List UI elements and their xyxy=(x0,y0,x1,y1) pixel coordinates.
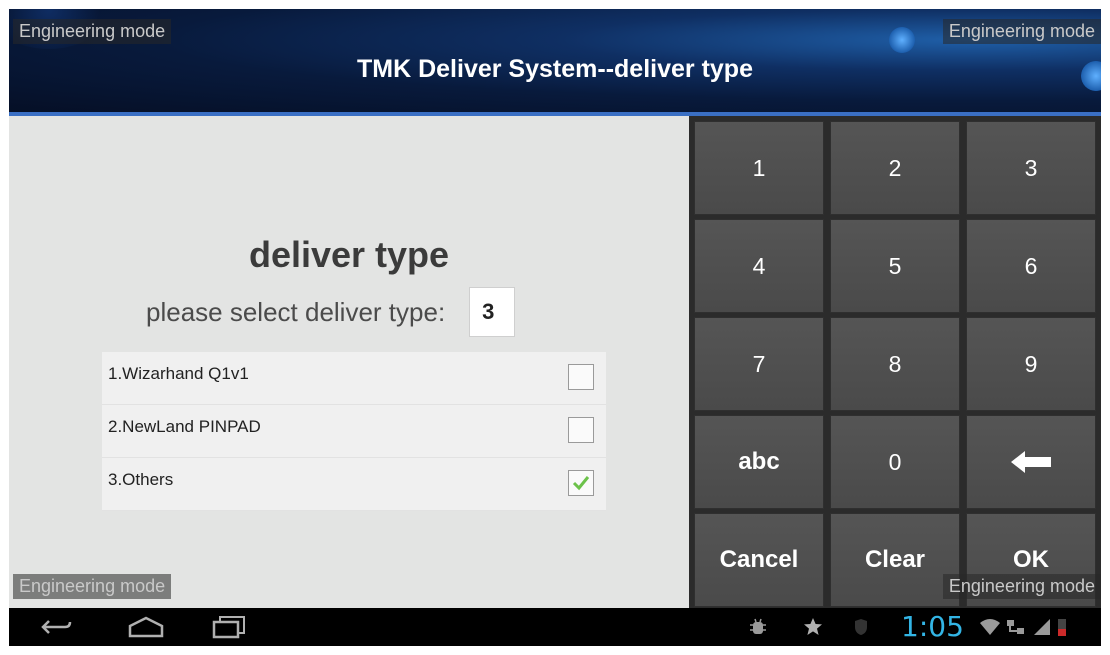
option-wizarhand[interactable]: 1.Wizarhand Q1v1 xyxy=(102,352,606,405)
option-label: 3.Others xyxy=(108,470,174,489)
option-others[interactable]: 3.Others xyxy=(102,458,606,511)
numeric-keypad: 1 2 3 4 5 6 7 8 9 abc 0 Cancel Clear OK … xyxy=(689,116,1101,608)
signal-icon xyxy=(1031,608,1053,646)
key-0[interactable]: 0 xyxy=(830,415,960,509)
engineering-mode-watermark: Engineering mode xyxy=(13,574,172,599)
backspace-key[interactable] xyxy=(966,415,1096,509)
option-checkbox[interactable] xyxy=(568,364,594,390)
home-button[interactable] xyxy=(121,608,171,646)
recent-apps-button[interactable] xyxy=(204,608,254,646)
key-3[interactable]: 3 xyxy=(966,121,1096,215)
prompt-row: please select deliver type: 3 xyxy=(146,286,516,338)
check-icon xyxy=(572,476,590,491)
engineering-mode-watermark: Engineering mode xyxy=(942,574,1101,599)
engineering-mode-watermark: Engineering mode xyxy=(13,19,172,44)
option-checkbox-checked[interactable] xyxy=(568,470,594,496)
debug-icon xyxy=(744,608,772,646)
key-5[interactable]: 5 xyxy=(830,219,960,313)
app-header: TMK Deliver System--deliver type xyxy=(9,9,1101,112)
star-icon xyxy=(799,608,827,646)
system-navigation-bar: 1:05 xyxy=(9,608,1101,646)
shield-icon xyxy=(849,608,873,646)
battery-low-icon xyxy=(1055,608,1069,646)
option-newland[interactable]: 2.NewLand PINPAD xyxy=(102,405,606,458)
key-7[interactable]: 7 xyxy=(694,317,824,411)
backspace-icon xyxy=(1011,451,1051,473)
back-button[interactable] xyxy=(31,608,81,646)
key-2[interactable]: 2 xyxy=(830,121,960,215)
key-8[interactable]: 8 xyxy=(830,317,960,411)
key-1[interactable]: 1 xyxy=(694,121,824,215)
select-prompt: please select deliver type: xyxy=(146,296,446,327)
wifi-icon xyxy=(977,608,1003,646)
tablet-screen: TMK Deliver System--deliver type Enginee… xyxy=(9,9,1101,646)
option-checkbox[interactable] xyxy=(568,417,594,443)
option-label: 2.NewLand PINPAD xyxy=(108,417,261,436)
network-icon xyxy=(1003,608,1029,646)
back-icon xyxy=(41,620,72,634)
recent-apps-icon xyxy=(212,616,245,639)
option-label: 1.Wizarhand Q1v1 xyxy=(108,364,249,383)
deliver-type-options: 1.Wizarhand Q1v1 2.NewLand PINPAD 3.Othe… xyxy=(102,352,606,511)
key-9[interactable]: 9 xyxy=(966,317,1096,411)
key-abc[interactable]: abc xyxy=(694,415,824,509)
key-6[interactable]: 6 xyxy=(966,219,1096,313)
clear-button[interactable]: Clear xyxy=(830,513,960,607)
engineering-mode-watermark: Engineering mode xyxy=(942,19,1101,44)
key-4[interactable]: 4 xyxy=(694,219,824,313)
home-icon xyxy=(128,616,164,638)
deliver-type-panel: deliver type please select deliver type:… xyxy=(9,116,689,608)
clock: 1:05 xyxy=(901,610,964,643)
deliver-type-input[interactable]: 3 xyxy=(469,287,516,337)
section-title: deliver type xyxy=(248,234,450,275)
page-title: TMK Deliver System--deliver type xyxy=(357,55,753,83)
cancel-button[interactable]: Cancel xyxy=(694,513,824,607)
